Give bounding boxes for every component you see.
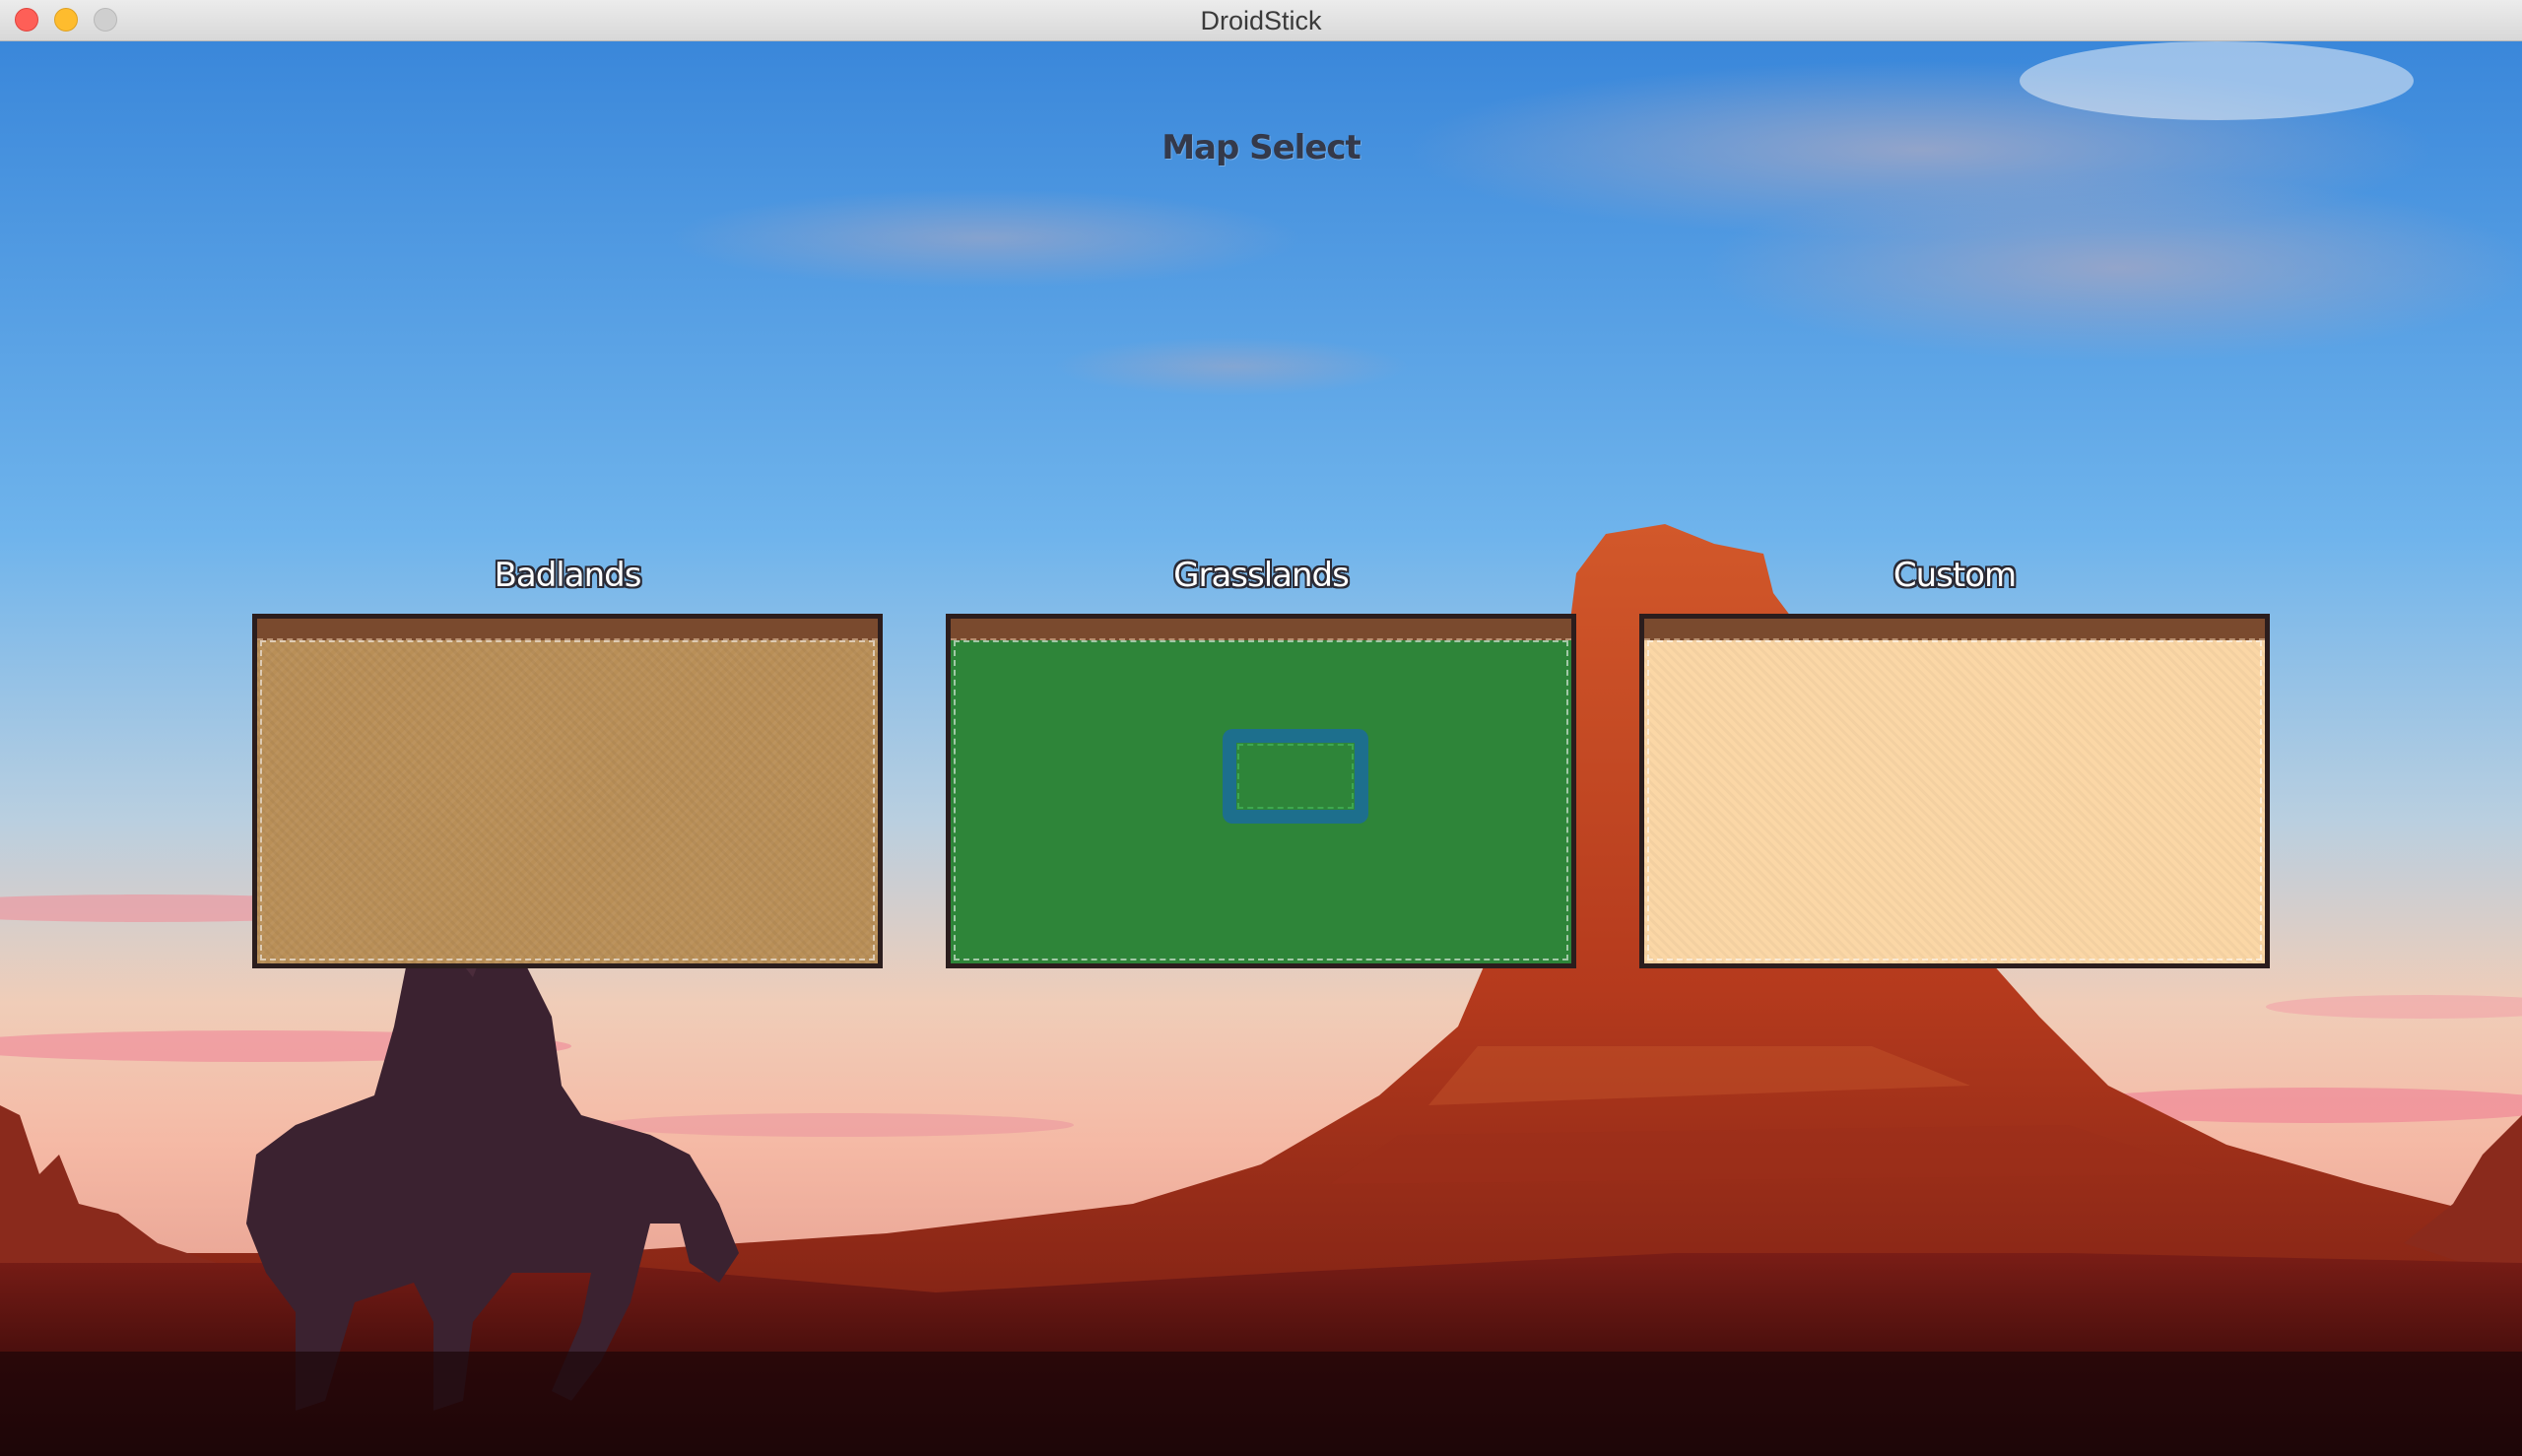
map-top-border [257,619,878,640]
title-bar: DroidStick [0,0,2522,41]
map-preview-area [260,640,875,960]
screen-heading: Map Select [1161,128,1361,167]
map-card-custom[interactable] [1639,614,2270,968]
map-card-grasslands[interactable] [946,614,1576,968]
cloud [1704,174,2522,362]
window-title: DroidStick [1200,6,1322,35]
map-preview-area [1647,640,2262,960]
map-label-grasslands: Grasslands [1173,556,1350,595]
cloud [670,189,1300,288]
map-top-border [951,619,1571,640]
app-window: DroidStick Map Select Badlands Grassland… [0,0,2522,1456]
map-top-border [1644,619,2265,640]
water-pond [1223,729,1368,824]
game-scene: Map Select Badlands Grasslands Custom [0,41,2522,1456]
cloud [1054,337,1409,396]
map-label-badlands: Badlands [494,556,642,595]
cloud [2020,41,2414,120]
map-card-badlands[interactable] [252,614,883,968]
map-label-custom: Custom [1892,556,2017,595]
